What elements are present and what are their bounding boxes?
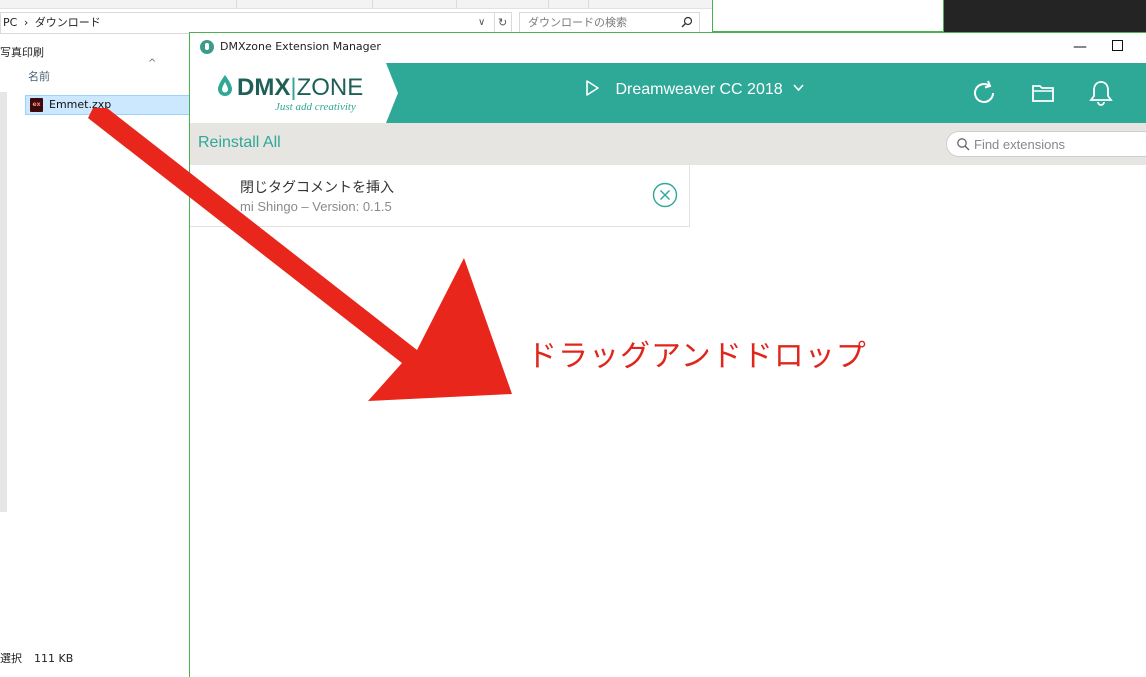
title-bar[interactable]: DMXzone Extension Manager — <box>190 33 1146 63</box>
ribbon-separator <box>236 0 237 8</box>
explorer-search-placeholder: ダウンロードの検索 <box>528 16 627 29</box>
logo-zone: ZONE <box>296 74 364 101</box>
breadcrumb-pc[interactable]: PC <box>3 16 17 29</box>
window-title: DMXzone Extension Manager <box>220 40 381 53</box>
extension-meta: mi Shingo – Version: 0.1.5 <box>240 199 392 214</box>
explorer-status-bar: 選択 111 KB <box>0 650 73 666</box>
logo-dmx: DMX <box>237 74 291 101</box>
find-extensions-search[interactable] <box>946 131 1146 157</box>
sort-up-icon: ^ <box>148 58 157 69</box>
reinstall-all-button[interactable]: Reinstall All <box>198 134 281 152</box>
nav-item-photo-print[interactable]: 写真印刷 <box>0 44 44 60</box>
remove-icon[interactable] <box>652 182 678 208</box>
zxp-file-icon: ex <box>30 98 43 112</box>
breadcrumb[interactable]: PC › ダウンロード <box>3 13 101 33</box>
extension-card[interactable]: 閉じタグコメントを挿入 mi Shingo – Version: 0.1.5 <box>190 165 690 227</box>
dmxzone-logo[interactable]: DMX|ZONE Just add creativity <box>190 63 398 123</box>
toolbar: Reinstall All <box>190 123 1146 165</box>
product-selector[interactable]: Dreamweaver CC 2018 <box>585 80 804 99</box>
extension-name: 閉じタグコメントを挿入 <box>240 179 394 195</box>
status-selected: 選択 <box>0 652 22 665</box>
file-item-emmet[interactable]: ex Emmet.zxp <box>25 95 195 115</box>
play-icon <box>586 80 599 96</box>
logo-wordmark: DMX|ZONE <box>237 74 363 102</box>
drag-and-drop-label: ドラッグアンドドロップ <box>527 339 867 374</box>
ribbon-separator <box>588 0 589 8</box>
folder-icon[interactable] <box>1028 78 1058 108</box>
search-icon <box>957 138 970 151</box>
column-header-name[interactable]: 名前 <box>28 68 50 84</box>
chevron-down-icon <box>793 84 804 92</box>
status-size: 111 KB <box>34 652 74 665</box>
ribbon-separator <box>456 0 457 8</box>
breadcrumb-separator: › <box>23 16 29 29</box>
search-icon <box>681 16 693 28</box>
ribbon-separator <box>372 0 373 8</box>
nav-pane-scrollbar[interactable] <box>0 92 7 512</box>
find-extensions-input[interactable] <box>974 135 1144 153</box>
background-window-edge <box>712 0 944 32</box>
explorer-ribbon-strip <box>0 0 712 9</box>
maximize-button[interactable] <box>1112 40 1123 51</box>
refresh-icon[interactable] <box>969 78 999 108</box>
explorer-search-input[interactable]: ダウンロードの検索 <box>519 12 700 34</box>
ribbon-separator <box>548 0 549 8</box>
address-bar[interactable]: PC › ダウンロード ∨ ↻ <box>0 12 512 34</box>
app-icon <box>200 40 214 54</box>
logo-tagline: Just add creativity <box>275 101 356 113</box>
minimize-button[interactable]: — <box>1069 36 1091 58</box>
product-name: Dreamweaver CC 2018 <box>615 81 783 98</box>
address-refresh-icon[interactable]: ↻ <box>494 13 507 33</box>
logo-drop-icon <box>218 75 232 96</box>
breadcrumb-downloads[interactable]: ダウンロード <box>35 16 101 29</box>
file-name: Emmet.zxp <box>49 98 112 111</box>
bell-icon[interactable] <box>1086 78 1116 108</box>
app-header: DMX|ZONE Just add creativity Dreamweaver… <box>190 63 1146 123</box>
address-dropdown-icon[interactable]: ∨ <box>478 13 485 33</box>
